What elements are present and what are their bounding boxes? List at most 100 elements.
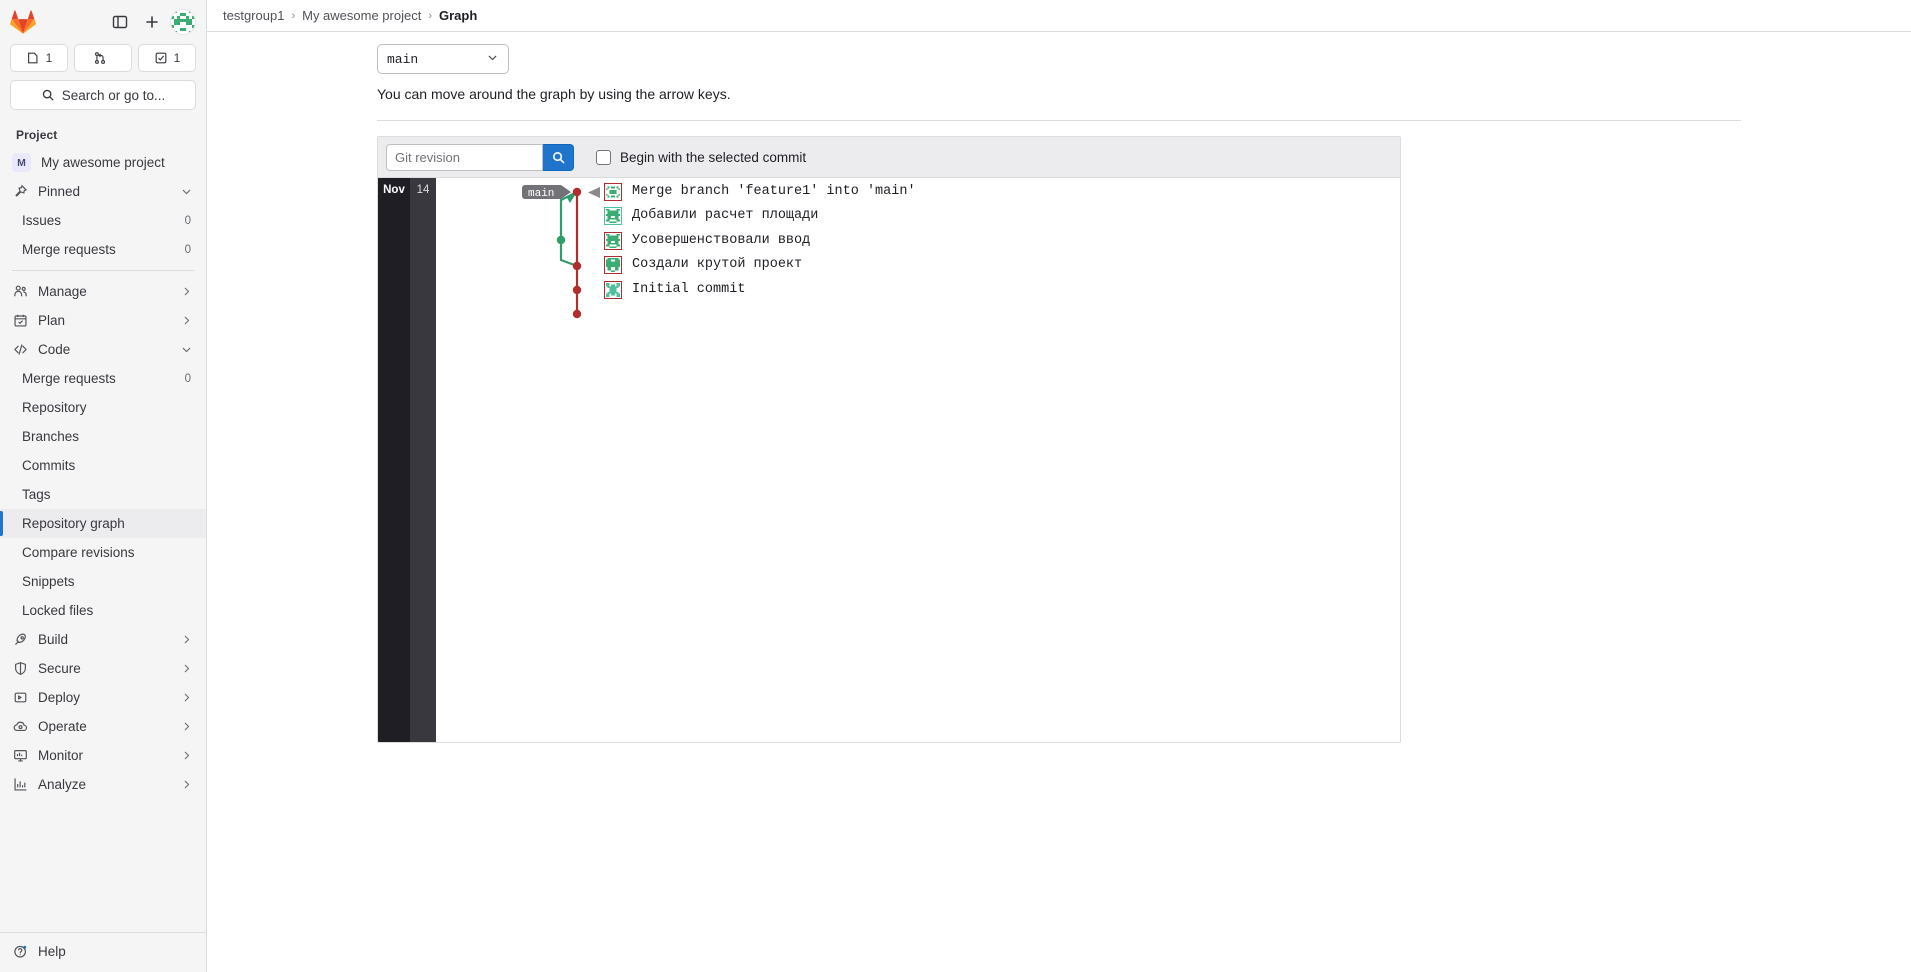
breadcrumb-separator: › <box>291 10 295 22</box>
merge-requests-counter[interactable] <box>74 44 132 72</box>
user-avatar[interactable] <box>170 9 196 35</box>
selected-commit-arrow <box>588 187 600 198</box>
todos-icon <box>154 51 168 65</box>
sidebar-item-label: Tags <box>22 487 194 502</box>
search-input[interactable]: Search or go to... <box>10 80 196 110</box>
sidebar-item-label: Merge requests <box>22 242 175 257</box>
chevron-right-icon <box>180 314 194 328</box>
sidebar-item-repository-graph[interactable]: Repository graph <box>0 509 206 538</box>
sidebar-item-deploy[interactable]: Deploy <box>0 683 206 712</box>
commit-row[interactable]: Усовершенствовали ввод <box>604 228 810 253</box>
gitlab-logo-icon[interactable] <box>10 9 36 35</box>
deploy-icon <box>12 690 28 706</box>
branch-tag-label: main <box>528 188 554 200</box>
sidebar-item-label: Operate <box>38 719 170 734</box>
commit-node <box>557 236 565 244</box>
commit-message[interactable]: Усовершенствовали ввод <box>632 233 810 248</box>
git-revision-input[interactable] <box>386 144 543 171</box>
branch-selector-row: main <box>207 32 1911 74</box>
chevron-right-icon <box>180 691 194 705</box>
search-revision-button[interactable] <box>543 144 574 171</box>
commit-author-identicon <box>604 183 622 201</box>
project-avatar: M <box>12 153 31 172</box>
commit-node <box>573 188 581 196</box>
pin-icon <box>12 184 28 200</box>
graph-toolbar: Begin with the selected commit <box>378 137 1400 178</box>
sidebar-item-help[interactable]: Help <box>0 937 206 966</box>
commit-row[interactable]: Добавили расчет площади <box>604 203 818 228</box>
commit-row[interactable]: Initial commit <box>604 277 745 302</box>
graph-canvas[interactable]: main <box>436 178 1400 742</box>
sidebar-item-secure[interactable]: Secure <box>0 654 206 683</box>
repository-graph-panel: Begin with the selected commit Nov 14 <box>377 136 1401 743</box>
chevron-right-icon <box>180 633 194 647</box>
begin-with-selected-commit-checkbox[interactable]: Begin with the selected commit <box>596 150 806 165</box>
sidebar-item-locked-files[interactable]: Locked files <box>0 596 206 625</box>
commit-message[interactable]: Создали крутой проект <box>632 257 802 272</box>
sidebar-item-build[interactable]: Build <box>0 625 206 654</box>
todos-counter[interactable]: 1 <box>138 44 196 72</box>
sidebar-item-label: Merge requests <box>22 371 175 386</box>
sidebar-item-my-awesome-project[interactable]: M My awesome project <box>0 148 206 177</box>
search-icon <box>41 88 55 102</box>
issues-counter-value: 1 <box>46 51 53 65</box>
sidebar-item-badge: 0 <box>185 373 194 385</box>
chevron-right-icon <box>180 778 194 792</box>
toggle-sidebar-icon[interactable] <box>106 8 134 36</box>
commit-message[interactable]: Initial commit <box>632 282 745 297</box>
sidebar-item-operate[interactable]: Operate <box>0 712 206 741</box>
sidebar-item-pinned[interactable]: Pinned <box>0 177 206 206</box>
sidebar-item-compare-revisions[interactable]: Compare revisions <box>0 538 206 567</box>
sidebar-item-merge-requests-pinned[interactable]: Merge requests 0 <box>0 235 206 264</box>
chevron-right-icon <box>180 662 194 676</box>
commit-row[interactable]: Создали крутой проект <box>604 252 802 277</box>
issues-counter[interactable]: 1 <box>10 44 68 72</box>
breadcrumb-current: Graph <box>439 8 477 23</box>
checkbox-label: Begin with the selected commit <box>620 150 806 165</box>
breadcrumb-separator: › <box>428 10 432 22</box>
sidebar-item-badge: 0 <box>185 215 194 227</box>
chart-icon <box>12 777 28 793</box>
commit-message[interactable]: Добавили расчет площади <box>632 208 818 223</box>
sidebar-item-label: Issues <box>22 213 175 228</box>
sidebar-item-monitor[interactable]: Monitor <box>0 741 206 770</box>
checkbox-box[interactable] <box>596 150 611 165</box>
date-day: 14 <box>410 178 436 742</box>
sidebar-item-merge-requests[interactable]: Merge requests 0 <box>0 364 206 393</box>
sidebar-item-repository[interactable]: Repository <box>0 393 206 422</box>
plus-icon[interactable] <box>138 8 166 36</box>
sidebar-item-label: Pinned <box>38 184 170 199</box>
chevron-down-icon <box>486 51 499 68</box>
commit-node <box>573 286 581 294</box>
date-gutter: Nov 14 <box>378 178 436 742</box>
sidebar-item-commits[interactable]: Commits <box>0 451 206 480</box>
sidebar-item-label: Compare revisions <box>22 545 194 560</box>
commit-node <box>573 262 581 270</box>
commit-row[interactable]: Merge branch 'feature1' into 'main' <box>604 179 916 204</box>
breadcrumb-item-project[interactable]: My awesome project <box>302 8 421 23</box>
sidebar-item-snippets[interactable]: Snippets <box>0 567 206 596</box>
breadcrumb-item-group[interactable]: testgroup1 <box>223 8 284 23</box>
sidebar-item-branches[interactable]: Branches <box>0 422 206 451</box>
sidebar-item-manage[interactable]: Manage <box>0 277 206 306</box>
sidebar-item-label: Code <box>38 342 170 357</box>
branch-selector[interactable]: main <box>377 44 509 74</box>
sidebar-item-badge: 0 <box>185 244 194 256</box>
sidebar-counters: 1 1 <box>0 40 206 78</box>
commit-author-identicon <box>604 232 622 250</box>
sidebar-item-tags[interactable]: Tags <box>0 480 206 509</box>
users-icon <box>12 284 28 300</box>
sidebar-divider <box>12 270 194 271</box>
code-icon <box>12 342 28 358</box>
commit-message[interactable]: Merge branch 'feature1' into 'main' <box>632 184 916 199</box>
sidebar-item-label: Commits <box>22 458 194 473</box>
calendar-icon <box>12 313 28 329</box>
sidebar-item-issues[interactable]: Issues 0 <box>0 206 206 235</box>
sidebar-item-code[interactable]: Code <box>0 335 206 364</box>
sidebar-item-plan[interactable]: Plan <box>0 306 206 335</box>
sidebar-section-title: Project <box>0 122 206 148</box>
sidebar-item-label: Manage <box>38 284 170 299</box>
cloud-icon <box>12 719 28 735</box>
date-month: Nov <box>378 178 410 742</box>
sidebar-item-analyze[interactable]: Analyze <box>0 770 206 799</box>
